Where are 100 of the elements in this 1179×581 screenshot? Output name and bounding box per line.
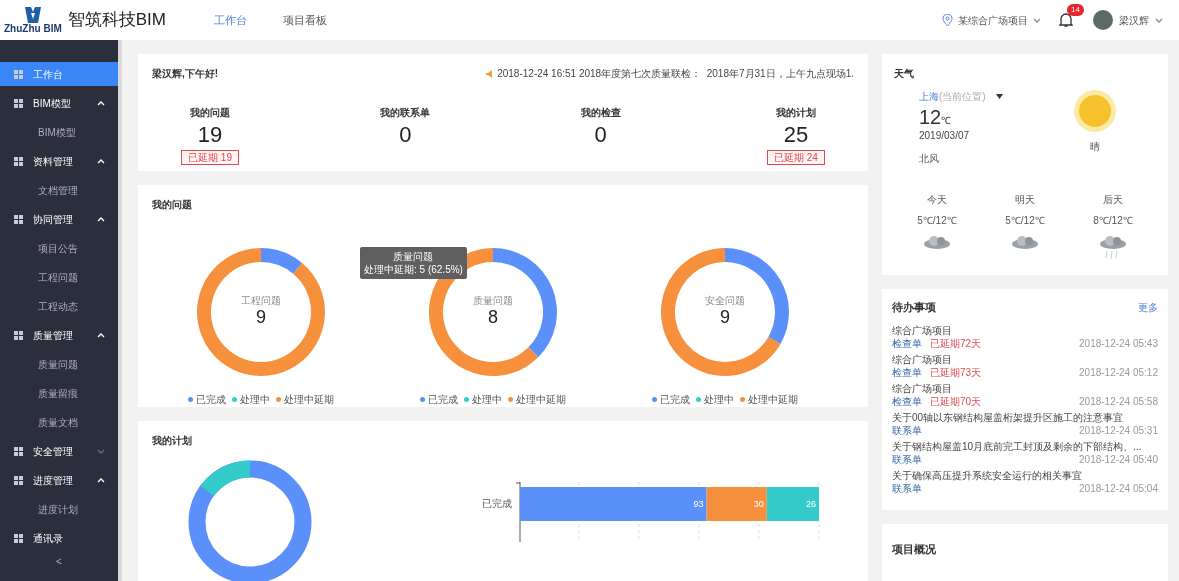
sidebar-subitem[interactable]: 文档管理 bbox=[0, 178, 118, 202]
collapse-button[interactable]: < bbox=[56, 554, 62, 569]
condition-label: 晴 bbox=[1089, 140, 1100, 154]
todo-time: 2018-12-24 05:40 bbox=[1079, 452, 1158, 466]
caret-up-icon bbox=[97, 332, 105, 338]
caret-down-icon bbox=[97, 448, 105, 454]
brand-name: 智筑科技BIM bbox=[67, 9, 166, 32]
card-title: 我的计划 bbox=[152, 434, 193, 448]
stat-value: 19 bbox=[197, 121, 223, 149]
dropdown-caret-icon bbox=[995, 94, 1003, 99]
sidebar-item[interactable]: 通讯录 bbox=[0, 526, 118, 550]
sidebar-subitem[interactable]: 质量留痕 bbox=[0, 381, 118, 405]
sidebar-item[interactable]: BIM模型 bbox=[0, 91, 118, 115]
notice-text: 2018-12-24 16:51 2018年度第七次质量联检： 2018年7月31日，上午九点现场1. bbox=[497, 67, 854, 81]
legend-label: 处理中延期 bbox=[284, 393, 334, 407]
forecast-day: 后天 bbox=[1103, 192, 1123, 207]
project-selector[interactable]: 某综合广场项目 bbox=[942, 12, 1041, 28]
bar-segment bbox=[766, 487, 819, 521]
chevron-down-icon bbox=[1155, 17, 1163, 23]
more-link[interactable]: 更多 bbox=[1138, 299, 1158, 315]
grid-icon bbox=[14, 446, 23, 456]
todo-type: 联系单 bbox=[892, 481, 922, 495]
chart-title: 安全问题 bbox=[705, 295, 745, 306]
grid-icon bbox=[14, 475, 23, 485]
card-title: 天气 bbox=[894, 67, 915, 81]
stat-label: 我的计划 bbox=[776, 106, 816, 120]
todo-title[interactable]: 关于00轴以东钢结构屋盖桁架提升区施工的注意事宜 bbox=[892, 410, 1158, 424]
chart-total: 9 bbox=[256, 306, 266, 329]
forecast-day: 今天 bbox=[927, 192, 947, 207]
chart-title: 质量问题 bbox=[473, 295, 513, 306]
sidebar-subitem[interactable]: 质量文档 bbox=[0, 410, 118, 434]
nav-tab[interactable]: 工作台 bbox=[214, 11, 247, 29]
caret-up-icon bbox=[97, 477, 105, 483]
sun-icon bbox=[1072, 89, 1117, 133]
todo-title[interactable]: 综合广场项目 bbox=[892, 352, 1158, 366]
grid-icon bbox=[14, 330, 23, 340]
grid-icon bbox=[14, 156, 23, 166]
overdue-label: 已延期73天 bbox=[930, 365, 982, 379]
legend-label: 已完成 bbox=[196, 393, 226, 407]
user-menu[interactable]: 梁汉辉 bbox=[1093, 10, 1163, 30]
todo-time: 2018-12-24 05:58 bbox=[1079, 394, 1158, 408]
sidebar-subitem[interactable]: BIM模型 bbox=[0, 120, 118, 144]
avatar-icon bbox=[1093, 10, 1113, 30]
chart-total: 8 bbox=[488, 306, 498, 329]
sidebar-subitem[interactable]: 工程动态 bbox=[0, 294, 118, 318]
sidebar-item[interactable]: 协同管理 bbox=[0, 207, 118, 231]
cloud-icon bbox=[1010, 234, 1040, 250]
todo-time: 2018-12-24 05:31 bbox=[1079, 423, 1158, 437]
todo-title[interactable]: 综合广场项目 bbox=[892, 381, 1158, 395]
todo-title[interactable]: 综合广场项目 bbox=[892, 323, 1158, 337]
legend-label: 处理中 bbox=[472, 393, 502, 407]
overdue-label: 已延期72天 bbox=[930, 336, 982, 350]
grid-icon bbox=[14, 214, 23, 224]
tooltip-text: 处理中延期: 5 (62.5%) bbox=[364, 263, 463, 276]
stat-label: 我的联系单 bbox=[380, 106, 431, 120]
grid-icon bbox=[14, 533, 23, 543]
todo-time: 2018-12-24 05:43 bbox=[1079, 336, 1158, 350]
forecast-range: 8℃/12℃ bbox=[1093, 214, 1133, 228]
legend-label: 已完成 bbox=[660, 393, 690, 407]
todo-title[interactable]: 关于钢结构屋盖10月底前完工封顶及剩余的下部结构、... bbox=[892, 439, 1158, 453]
stat-value: 25 bbox=[783, 121, 809, 149]
stat-value: 0 bbox=[594, 121, 607, 149]
stat-label: 我的检查 bbox=[580, 106, 621, 120]
value-label: 93 bbox=[693, 499, 704, 509]
todo-type: 检查单 bbox=[892, 365, 922, 379]
sidebar-subitem[interactable]: 工程问题 bbox=[0, 265, 118, 289]
greeting: 梁汉辉,下午好! bbox=[152, 67, 219, 81]
sidebar-item[interactable]: 进度管理 bbox=[0, 468, 118, 492]
stat-label: 我的问题 bbox=[190, 106, 230, 120]
weather-date: 2019/03/07 bbox=[919, 129, 971, 143]
card-title: 我的问题 bbox=[152, 198, 193, 212]
sidebar-subitem[interactable]: 项目公告 bbox=[0, 236, 118, 260]
todo-time: 2018-12-24 05:04 bbox=[1079, 481, 1158, 495]
sidebar-item[interactable]: 质量管理 bbox=[0, 323, 118, 347]
caret-up-icon bbox=[97, 100, 105, 106]
overdue-label: 已延期70天 bbox=[930, 394, 982, 408]
legend-label: 处理中延期 bbox=[748, 393, 798, 407]
grid-icon bbox=[14, 69, 23, 79]
location-selector[interactable]: 上海(当前位置) bbox=[919, 89, 986, 104]
temperature: 12 bbox=[919, 106, 942, 128]
nav-tab[interactable]: 项目看板 bbox=[283, 11, 327, 29]
forecast-range: 5℃/12℃ bbox=[1005, 214, 1045, 228]
grid-icon bbox=[14, 98, 23, 108]
sidebar-subitem[interactable]: 进度计划 bbox=[0, 497, 118, 521]
location-pin-icon bbox=[942, 13, 953, 27]
forecast-day: 明天 bbox=[1015, 192, 1035, 207]
todo-title[interactable]: 关于确保高压提升系统安全运行的相关事宜 bbox=[892, 468, 1158, 482]
legend-label: 已完成 bbox=[428, 393, 458, 407]
value-label: 30 bbox=[753, 499, 764, 509]
sidebar-subitem[interactable]: 质量问题 bbox=[0, 352, 118, 376]
card-title: 项目概况 bbox=[892, 543, 936, 556]
value-label: 26 bbox=[806, 499, 816, 509]
chevron-down-icon bbox=[1033, 17, 1041, 23]
caret-up-icon bbox=[97, 216, 105, 222]
sidebar-item[interactable]: 工作台 bbox=[0, 62, 118, 86]
bell-icon[interactable] bbox=[1059, 12, 1073, 28]
sidebar-item[interactable]: 资料管理 bbox=[0, 149, 118, 173]
legend-label: 处理中 bbox=[240, 393, 270, 407]
rain-cloud-icon bbox=[1098, 234, 1128, 260]
sidebar-item[interactable]: 安全管理 bbox=[0, 439, 118, 463]
